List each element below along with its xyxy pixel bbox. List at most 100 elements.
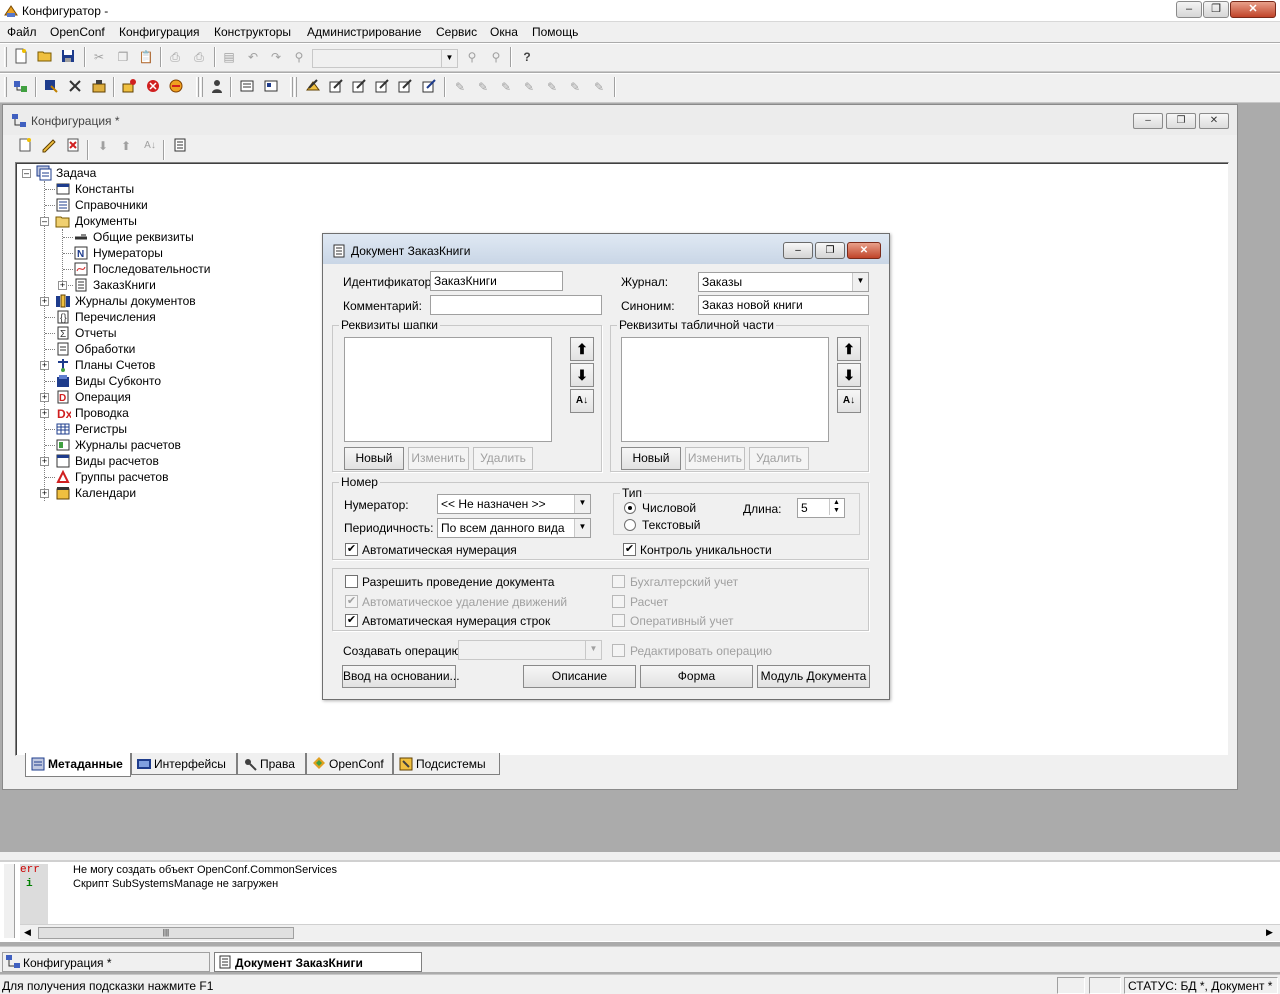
users-icon[interactable] [208, 78, 226, 96]
constructor-5-icon[interactable] [396, 78, 414, 96]
open-folder-icon[interactable] [36, 48, 54, 66]
close-button[interactable]: ✕ [847, 242, 881, 259]
tree-expand-toggle[interactable]: + [40, 297, 49, 306]
move-up-button[interactable]: ⬆ [837, 337, 861, 361]
identifier-field[interactable]: ЗаказКниги [430, 271, 563, 291]
tree-expand-toggle[interactable]: + [40, 361, 49, 370]
tab-metadata[interactable]: Метаданные [25, 753, 131, 777]
chevron-down-icon[interactable]: ▼ [574, 495, 590, 513]
comment-field[interactable] [430, 295, 602, 315]
spin-arrows-icon[interactable]: ▲ ▼ [829, 499, 843, 515]
edit-operation-checkbox[interactable] [612, 644, 625, 657]
load-config-icon[interactable] [66, 78, 84, 96]
save-icon[interactable] [59, 48, 77, 66]
minimize-button[interactable]: – [1133, 113, 1163, 129]
constructor-disabled-5-icon[interactable]: ✎ [543, 78, 561, 96]
window-button-configuration[interactable]: Конфигурация * [2, 952, 210, 972]
constructor-4-icon[interactable] [373, 78, 391, 96]
constructor-6-icon[interactable] [420, 78, 438, 96]
header-new-button[interactable]: Новый [344, 447, 404, 470]
monitor-icon[interactable] [167, 78, 185, 96]
find-prev-icon[interactable]: ⚲ [487, 48, 505, 66]
create-operation-select[interactable]: ▼ [458, 640, 602, 660]
find-next-icon[interactable]: ⚲ [463, 48, 481, 66]
constructor-disabled-1-icon[interactable]: ✎ [451, 78, 469, 96]
type-numeric-radio[interactable] [624, 502, 636, 514]
toolbar-grip[interactable] [4, 47, 7, 67]
table-new-button[interactable]: Новый [621, 447, 681, 470]
redo-icon[interactable]: ↷ [267, 48, 285, 66]
interfaces-icon[interactable] [262, 78, 280, 96]
find-icon[interactable]: ⚲ [290, 48, 308, 66]
new-file-icon[interactable] [12, 48, 30, 66]
auto-numbering-checkbox[interactable]: ✔ [345, 543, 358, 556]
tree-expand-toggle[interactable]: + [40, 393, 49, 402]
stop-icon[interactable] [144, 78, 162, 96]
tab-subsystems[interactable]: Подсистемы [393, 753, 500, 775]
description-icon[interactable] [171, 137, 189, 155]
numerator-select[interactable]: << Не назначен >> ▼ [437, 494, 591, 514]
tree-expand-toggle[interactable]: + [58, 281, 67, 290]
minimize-button[interactable]: – [783, 242, 813, 259]
document-module-button[interactable]: Модуль Документа [757, 665, 870, 688]
cut-icon[interactable]: ✂ [90, 48, 108, 66]
delete-object-icon[interactable] [64, 137, 82, 155]
menu-file[interactable]: Файл [7, 25, 37, 39]
constructor-1-icon[interactable] [304, 78, 322, 96]
header-edit-button[interactable]: Изменить [408, 447, 469, 470]
constructor-disabled-2-icon[interactable]: ✎ [474, 78, 492, 96]
input-basis-button[interactable]: Ввод на основании... [342, 665, 460, 688]
sort-button[interactable]: A↓ [570, 389, 594, 413]
debugger-icon[interactable] [120, 78, 138, 96]
rights-icon[interactable] [238, 78, 256, 96]
table-attributes-list[interactable] [621, 337, 829, 442]
pane-grip[interactable] [3, 864, 15, 938]
tree-expand-toggle[interactable]: + [40, 489, 49, 498]
length-stepper[interactable]: 5 ▲ ▼ [797, 498, 845, 518]
tab-openconf[interactable]: OpenConf [306, 753, 393, 775]
chevron-down-icon[interactable]: ▼ [574, 519, 590, 537]
constructor-disabled-6-icon[interactable]: ✎ [566, 78, 584, 96]
tree-expand-toggle[interactable]: + [40, 409, 49, 418]
constructor-disabled-4-icon[interactable]: ✎ [520, 78, 538, 96]
description-button[interactable]: Описание [523, 665, 636, 688]
edit-object-icon[interactable] [40, 137, 58, 155]
synonym-field[interactable]: Заказ новой книги [698, 295, 869, 315]
toolbar-grip[interactable] [200, 77, 203, 97]
move-down-button[interactable]: ⬇ [837, 363, 861, 387]
menu-help[interactable]: Помощь [532, 25, 578, 39]
auto-row-numbering-checkbox[interactable]: ✔ [345, 614, 358, 627]
undo-icon[interactable]: ↶ [244, 48, 262, 66]
tree-collapse-toggle[interactable]: – [22, 169, 31, 178]
header-delete-button[interactable]: Удалить [473, 447, 533, 470]
type-text-radio[interactable] [624, 519, 636, 531]
toolbar-grip[interactable] [294, 77, 297, 97]
menu-windows[interactable]: Окна [490, 25, 518, 39]
calculation-checkbox[interactable] [612, 595, 625, 608]
merge-config-icon[interactable] [90, 78, 108, 96]
sort-button[interactable]: A↓ [837, 389, 861, 413]
tab-interfaces[interactable]: Интерфейсы [131, 753, 237, 775]
operational-checkbox[interactable] [612, 614, 625, 627]
move-up-icon[interactable]: ⬆ [117, 137, 135, 155]
toolbar-grip[interactable] [290, 77, 293, 97]
sort-icon[interactable]: A↓ [141, 137, 159, 155]
search-combo[interactable]: ▼ [312, 49, 458, 68]
scroll-right-icon[interactable]: ▶ [1266, 927, 1273, 938]
print-icon[interactable]: ⎙ [166, 48, 184, 66]
tree-expand-toggle[interactable]: + [40, 457, 49, 466]
print-preview-icon[interactable]: ⎙ [190, 48, 208, 66]
menu-openconf[interactable]: OpenConf [50, 25, 105, 39]
constructor-disabled-7-icon[interactable]: ✎ [590, 78, 608, 96]
menu-administration[interactable]: Администрирование [307, 25, 421, 39]
horizontal-scrollbar[interactable]: ◀ ||| ▶ [20, 924, 1280, 941]
tree-collapse-toggle[interactable]: – [40, 217, 49, 226]
scroll-left-icon[interactable]: ◀ [24, 927, 31, 938]
restore-button[interactable]: ❐ [1166, 113, 1196, 129]
accounting-checkbox[interactable] [612, 575, 625, 588]
restore-button[interactable]: ❐ [1203, 1, 1229, 18]
constructor-2-icon[interactable] [327, 78, 345, 96]
minimize-button[interactable]: – [1176, 1, 1202, 18]
scrollbar-thumb[interactable]: ||| [38, 927, 294, 939]
uniqueness-checkbox[interactable]: ✔ [623, 543, 636, 556]
